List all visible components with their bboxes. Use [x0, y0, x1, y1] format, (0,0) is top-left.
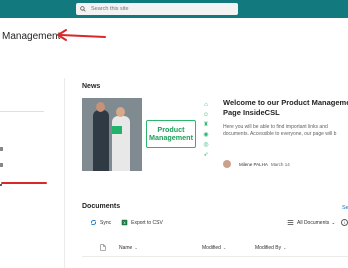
documents-column-headers: Name ⌄ Modified ⌄ Modified By ⌄	[100, 242, 348, 254]
chevron-down-icon: ⌄	[283, 245, 287, 250]
documents-toolbar: Sync x Export to CSV	[90, 219, 173, 226]
suite-bar	[0, 0, 348, 18]
photo-person	[112, 116, 130, 171]
sync-button[interactable]: Sync	[90, 219, 111, 226]
excel-icon: x	[121, 219, 128, 226]
left-nav-item-marker[interactable]	[0, 147, 3, 151]
annotation-arrow-title	[57, 29, 106, 41]
column-header-modified[interactable]: Modified ⌄	[202, 245, 226, 251]
news-hero-image[interactable]: Product Management ⌂ ☺ ♜ ◉ ◎ ➶	[82, 98, 214, 171]
news-author: Milene PALHA March 14	[223, 160, 290, 168]
documents-heading: Documents	[82, 203, 121, 210]
column-header-name[interactable]: Name ⌄	[119, 245, 138, 251]
chevron-down-icon: ⌄	[331, 219, 336, 226]
author-name: Milene PALHA	[239, 161, 268, 167]
column-header-modified-by[interactable]: Modified By ⌄	[255, 245, 286, 251]
photo-person-head	[116, 107, 125, 117]
news-heading: News	[82, 83, 101, 90]
tagline-icons: ⌂ ☺ ♜ ◉ ◎ ➶	[200, 102, 212, 158]
photo-person-head	[96, 102, 105, 112]
chevron-down-icon: ⌄	[134, 245, 138, 250]
sync-icon	[90, 219, 97, 226]
column-name-label: Name	[119, 245, 133, 251]
team-icon: ♜	[203, 122, 209, 128]
file-type-icon[interactable]	[100, 244, 106, 251]
publish-date: March 14	[270, 161, 290, 167]
news-image-tagline: Product Management	[149, 125, 193, 142]
search-input[interactable]	[91, 6, 231, 12]
table-row-divider	[82, 256, 348, 257]
site-title[interactable]: Management	[2, 31, 60, 42]
info-icon[interactable]: i	[341, 219, 348, 226]
rocket-icon: ➶	[203, 152, 209, 158]
column-modified-by-label: Modified By	[255, 245, 282, 251]
news-title-line: Page InsideCSL	[223, 108, 280, 117]
news-title-line: Welcome to our Product Management	[223, 98, 348, 107]
left-nav-divider	[0, 111, 44, 112]
photo-tablet	[112, 126, 122, 134]
sync-label: Sync	[100, 219, 112, 226]
photo-person	[93, 110, 109, 171]
annotation-arrow-nav	[1, 182, 47, 184]
section-divider	[64, 78, 65, 268]
news-photo	[82, 98, 142, 171]
export-label: Export to CSV	[131, 219, 163, 226]
location-icon: ◉	[203, 132, 209, 138]
see-all-link[interactable]: Se	[342, 205, 348, 211]
search-box[interactable]	[76, 3, 238, 15]
news-article-description: Here you will be able to find important …	[223, 124, 337, 137]
view-selector-label: All Documents	[297, 219, 330, 226]
filter-lines-icon	[287, 220, 294, 225]
eye-icon: ◎	[203, 142, 209, 148]
home-icon: ⌂	[204, 102, 208, 108]
avatar	[223, 160, 231, 168]
person-icon: ☺	[202, 112, 210, 118]
news-tagline-panel: Product Management ⌂ ☺ ♜ ◉ ◎ ➶	[142, 98, 214, 171]
export-csv-button[interactable]: x Export to CSV	[121, 219, 163, 226]
left-nav-item-marker[interactable]	[0, 163, 3, 167]
news-article-title[interactable]: Welcome to our Product Management Page I…	[223, 98, 348, 118]
search-icon	[80, 6, 86, 12]
view-selector[interactable]: All Documents ⌄	[287, 219, 335, 226]
chevron-down-icon: ⌄	[222, 245, 227, 250]
column-modified-label: Modified	[202, 245, 221, 251]
